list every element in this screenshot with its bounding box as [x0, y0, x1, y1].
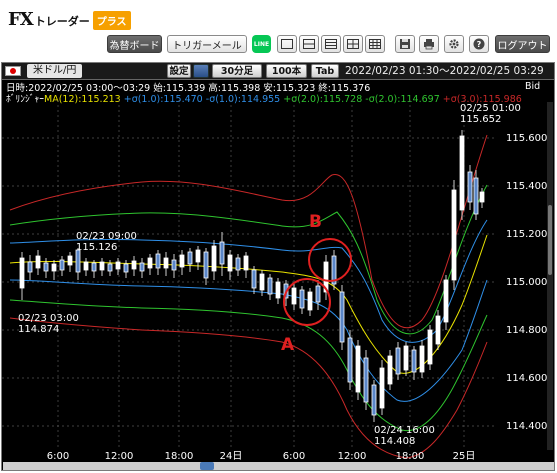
timeframe-selector[interactable]: 30分足	[212, 64, 262, 78]
fx-trader-plus-logo: FX トレーダー プラス	[8, 8, 131, 30]
marker-label-a: A	[281, 335, 295, 355]
japan-flag-icon	[5, 66, 21, 76]
x-label: 6:00	[283, 451, 305, 462]
logo-fx: FX	[8, 8, 34, 30]
logout-button[interactable]: ログアウト	[495, 35, 550, 53]
logo-trader: トレーダー	[34, 15, 90, 28]
annotation-date: 02/23 09:00	[76, 231, 137, 242]
horizontal-scrollbar-thumb[interactable]	[200, 462, 214, 470]
y-label: 114.600	[506, 373, 547, 384]
bollinger-bands	[9, 134, 488, 459]
chart-settings-button[interactable]: 設定	[167, 64, 191, 78]
x-label: 12:00	[338, 451, 367, 462]
layout-grid-icon[interactable]	[365, 35, 385, 53]
annotation-value: 115.652	[460, 114, 501, 125]
x-label: 12:00	[105, 451, 134, 462]
marker-label-b: B	[309, 212, 322, 232]
layout-split-rows-icon[interactable]	[321, 35, 341, 53]
x-axis-labels: 6:00 12:00 18:00 24日 6:00 12:00 18:00 25…	[47, 451, 476, 462]
x-label: 25日	[453, 451, 476, 462]
y-axis-labels: 115.600 115.400 115.200 115.000 114.800 …	[506, 133, 547, 432]
y-label: 115.200	[506, 229, 547, 240]
marker-labels: A B	[281, 212, 322, 355]
layout-single-icon[interactable]	[277, 35, 297, 53]
price-annotations: 02/23 03:00 114.874 02/23 09:00 115.126 …	[18, 103, 521, 447]
y-label: 114.400	[506, 421, 547, 432]
currency-pair-selector[interactable]: 米ドル/円	[27, 64, 83, 78]
y-label: 115.000	[506, 277, 547, 288]
help-icon[interactable]: ?	[469, 35, 489, 53]
bar-count-selector[interactable]: 100本	[266, 64, 307, 78]
horizontal-scrollbar-track[interactable]	[3, 462, 554, 470]
top-bar: FX トレーダー プラス 為替ボード トリガーメール LINE ? ログアウト	[0, 0, 557, 60]
y-label: 115.400	[506, 181, 547, 192]
y-label: 115.600	[506, 133, 547, 144]
x-label: 18:00	[396, 451, 425, 462]
layout-quad-icon[interactable]	[343, 35, 363, 53]
x-label: 6:00	[47, 451, 69, 462]
vertical-scrollbar-track[interactable]	[547, 102, 553, 450]
candlestick-chart[interactable]: 115.600 115.400 115.200 115.000 114.800 …	[2, 80, 554, 463]
y-label: 114.800	[506, 325, 547, 336]
svg-text:?: ?	[477, 40, 482, 49]
drawing-pen-icon[interactable]	[193, 64, 209, 78]
annotation-date: 02/24 16:00	[374, 425, 435, 436]
tab-button[interactable]: Tab	[311, 64, 339, 78]
annotation-value: 114.874	[18, 324, 59, 335]
x-label: 24日	[220, 451, 243, 462]
annotation-date: 02/23 03:00	[18, 313, 79, 324]
trigger-mail-button[interactable]: トリガーメール	[167, 35, 247, 53]
save-icon[interactable]	[395, 35, 415, 53]
grid	[2, 100, 497, 450]
settings-gear-icon[interactable]	[444, 35, 464, 53]
print-icon[interactable]	[419, 35, 439, 53]
x-label: 18:00	[165, 451, 194, 462]
layout-split-horizontal-icon[interactable]	[299, 35, 319, 53]
date-range: 2022/02/23 01:30〜2022/02/25 03:29	[345, 65, 544, 77]
rate-board-button[interactable]: 為替ボード	[107, 35, 162, 53]
line-share-icon[interactable]: LINE	[252, 35, 271, 53]
logo-plus: プラス	[92, 11, 131, 30]
annotation-value: 115.126	[76, 242, 117, 253]
annotation-date: 02/25 01:00	[460, 103, 521, 114]
annotation-value: 114.408	[374, 436, 415, 447]
vertical-scrollbar-thumb[interactable]	[548, 205, 552, 275]
